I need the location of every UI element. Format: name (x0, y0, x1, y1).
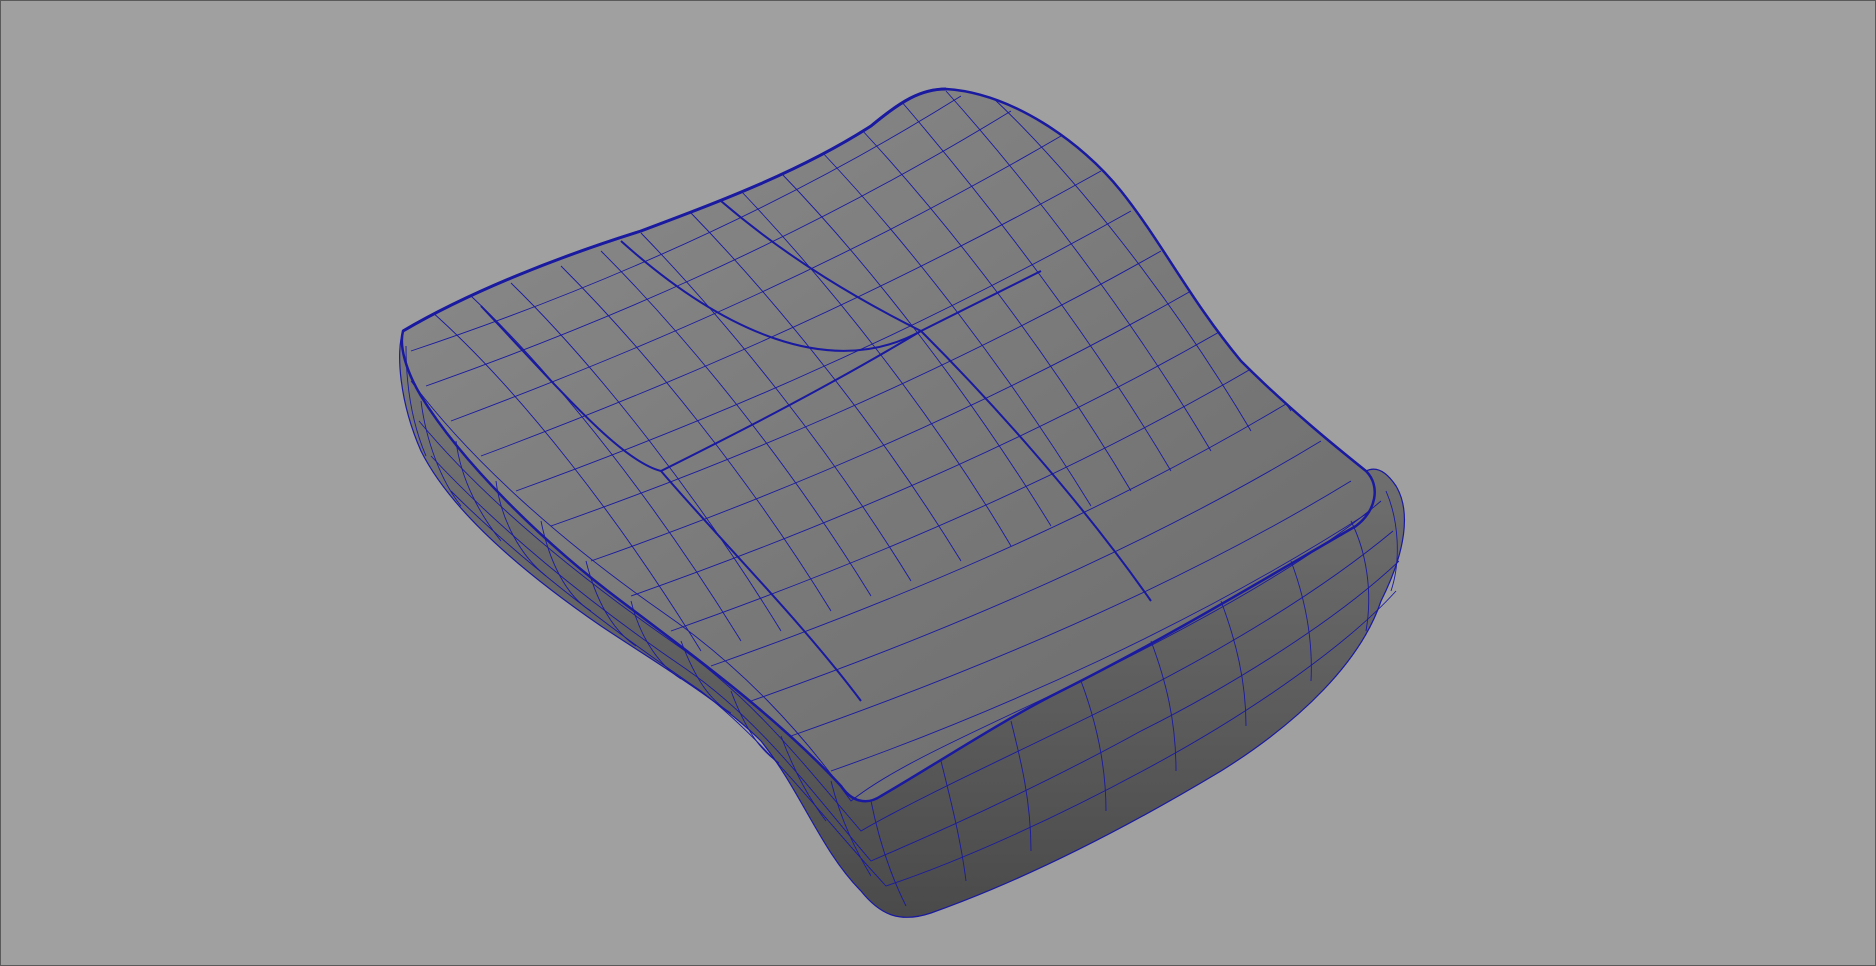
viewport-canvas[interactable] (1, 1, 1875, 965)
3d-viewport[interactable] (0, 0, 1876, 966)
